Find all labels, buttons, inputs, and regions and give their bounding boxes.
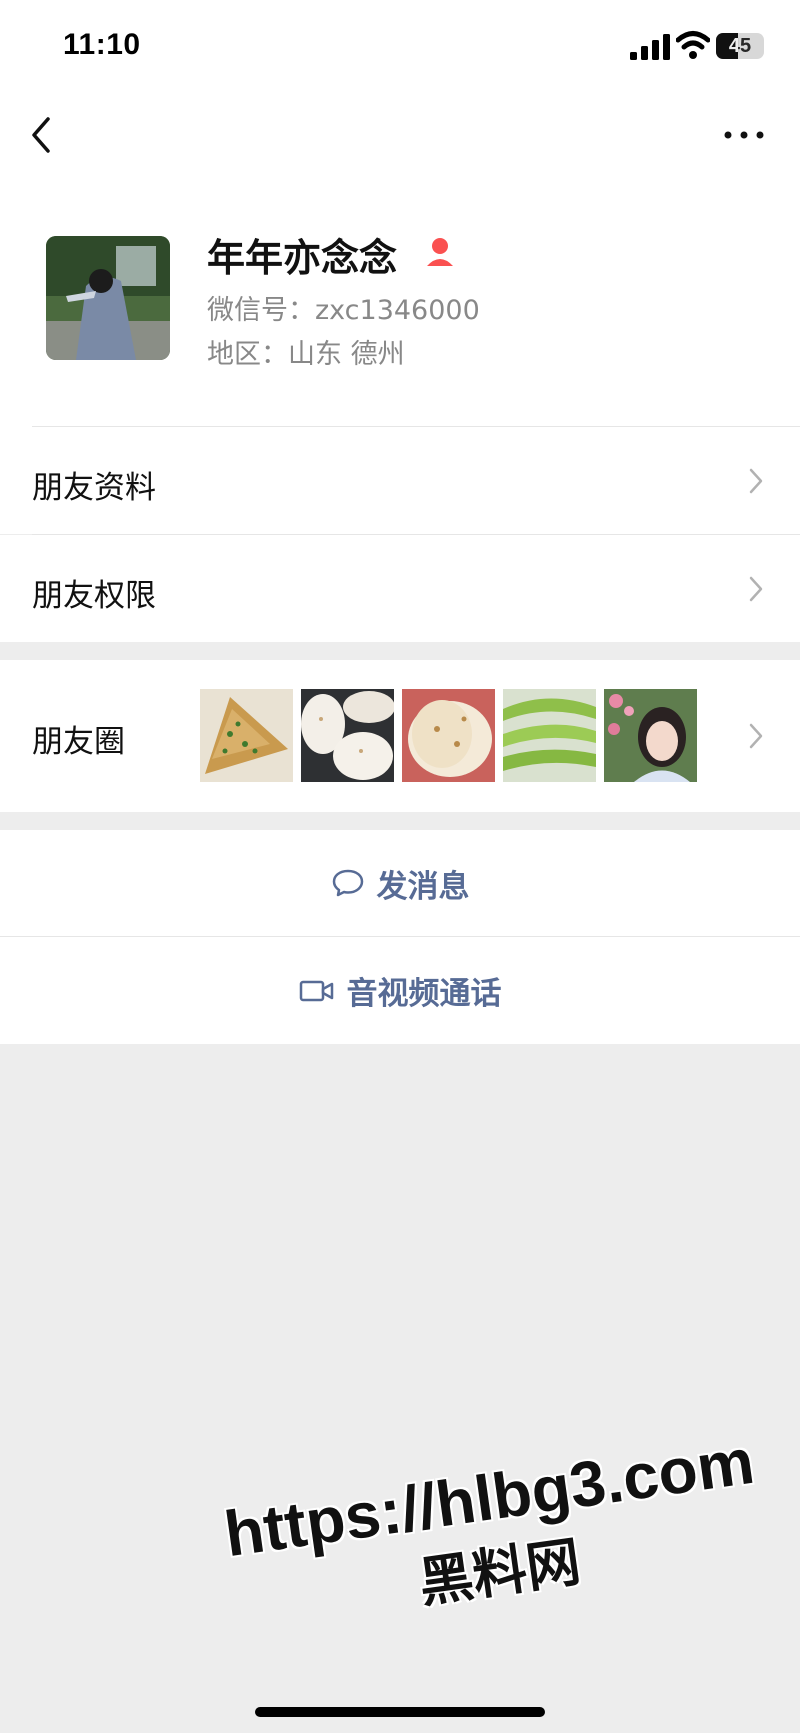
moments-thumbnail xyxy=(402,689,495,782)
friend-profile-row[interactable]: 朋友资料 xyxy=(0,427,800,534)
video-call-button[interactable]: 音视频通话 xyxy=(0,937,800,1044)
chevron-right-icon xyxy=(749,576,763,602)
chevron-left-icon[interactable] xyxy=(28,115,58,155)
friend-permissions-label: 朋友权限 xyxy=(32,578,156,614)
wechat-id: 微信号：zxc1346000 xyxy=(207,295,480,326)
chevron-right-icon xyxy=(749,723,763,749)
nickname: 年年亦念念 xyxy=(207,236,398,280)
moments-row[interactable]: 朋友圈 xyxy=(0,660,800,812)
battery-level-text: 45 xyxy=(728,35,752,57)
chevron-right-icon xyxy=(749,468,763,494)
moments-thumbnail xyxy=(604,689,697,782)
avatar[interactable] xyxy=(46,236,170,360)
nav-bar xyxy=(0,95,800,175)
watermark: https://hlbg3.com 黑料网 xyxy=(220,1424,769,1644)
status-time: 11:10 xyxy=(63,28,141,61)
moments-thumbnail xyxy=(503,689,596,782)
home-indicator[interactable] xyxy=(255,1707,545,1717)
video-call-label: 音视频通话 xyxy=(346,976,502,1012)
moments-thumbnail xyxy=(301,689,394,782)
friend-permissions-row[interactable]: 朋友权限 xyxy=(0,535,800,642)
video-camera-icon xyxy=(299,980,333,1001)
send-message-button[interactable]: 发消息 xyxy=(0,830,800,936)
chat-bubble-icon xyxy=(332,869,363,897)
region: 地区：山东 德州 xyxy=(207,339,405,370)
moments-label: 朋友圈 xyxy=(32,724,125,760)
friend-profile-label: 朋友资料 xyxy=(32,470,156,506)
more-horizontal-icon[interactable] xyxy=(722,125,766,145)
battery-icon: 45 xyxy=(716,33,764,59)
moments-thumbnail xyxy=(200,689,293,782)
status-bar: 11:10 45 xyxy=(0,0,800,95)
female-icon xyxy=(427,238,453,266)
profile-header: 年年亦念念 微信号：zxc1346000 地区：山东 德州 xyxy=(0,175,800,427)
wifi-icon xyxy=(676,31,710,59)
signal-icon xyxy=(630,34,670,60)
send-message-label: 发消息 xyxy=(376,868,470,905)
